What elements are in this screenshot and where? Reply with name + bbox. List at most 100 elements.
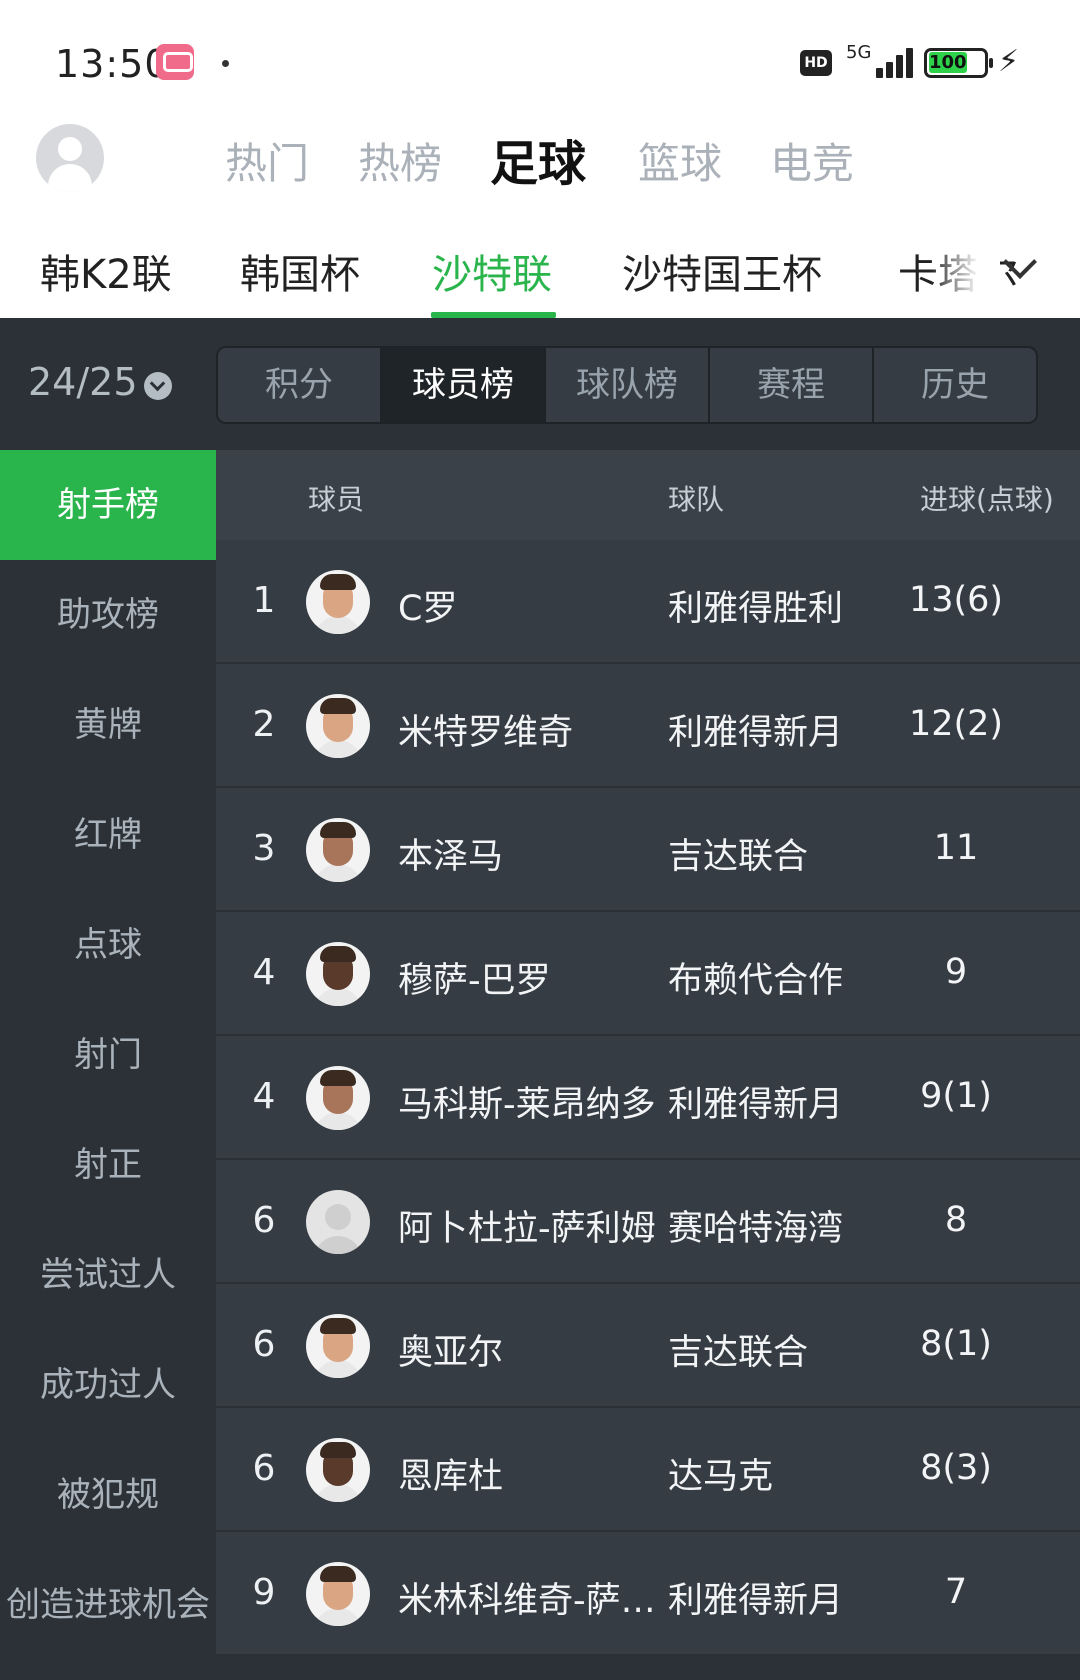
table-row[interactable]: 4 马科斯-莱昂纳多 利雅得新月 9(1) [216,1036,1080,1160]
player-name[interactable]: 米特罗维奇 [398,704,656,755]
player-photo [306,942,370,1006]
rank: 6 [252,1448,276,1489]
signal-icon [862,46,913,78]
player-photo-placeholder [306,1190,370,1254]
subtab-team-ranking[interactable]: 球队榜 [546,348,710,422]
player-name[interactable]: 恩库杜 [398,1448,656,1499]
hd-icon: HD [800,50,832,76]
scorer-table: 1 C罗 利雅得胜利 13(6) 2 米特罗维奇 利雅得新月 12(2) 3 本… [216,540,1080,1656]
player-photo [306,570,370,634]
table-row[interactable]: 4 穆萨-巴罗 布赖代合作 9 [216,912,1080,1036]
player-name[interactable]: 阿卜杜拉-萨利姆 [398,1200,656,1251]
player-photo [306,1066,370,1130]
league-tab-saudi-kings-cup[interactable]: 沙特国王杯 [622,242,822,300]
menu-red-cards[interactable]: 红牌 [0,780,216,890]
season-dropdown-icon[interactable] [144,372,172,400]
team-name[interactable]: 利雅得胜利 [668,580,843,631]
table-row[interactable]: 6 恩库杜 达马克 8(3) [216,1408,1080,1532]
goals: 7 [944,1572,968,1612]
league-tab-saudi-league[interactable]: 沙特联 [432,242,552,300]
menu-penalties[interactable]: 点球 [0,890,216,1000]
league-tab-korea-cup[interactable]: 韩国杯 [240,242,360,300]
header-player: 球员 [308,483,365,516]
goals: 8(3) [920,1448,992,1488]
player-name[interactable]: 马科斯-莱昂纳多 [398,1076,656,1127]
goals: 13(6) [908,580,1004,620]
menu-chances-created[interactable]: 创造进球机会 [0,1550,216,1660]
rank: 6 [252,1200,276,1241]
stat-category-menu: 射手榜 助攻榜 黄牌 红牌 点球 射门 射正 尝试过人 成功过人 被犯规 创造进… [0,450,216,1680]
menu-shots[interactable]: 射门 [0,1000,216,1110]
team-name[interactable]: 达马克 [668,1448,773,1499]
team-name[interactable]: 利雅得新月 [668,704,843,755]
menu-fouled[interactable]: 被犯规 [0,1440,216,1550]
goals: 12(2) [908,704,1004,744]
bilibili-app-icon [156,44,194,80]
charging-icon: ⚡ [998,44,1020,79]
menu-shots-on-target[interactable]: 射正 [0,1110,216,1220]
rank: 1 [252,580,276,621]
rank: 3 [252,828,276,869]
header-team: 球队 [668,483,725,516]
rank: 4 [252,1076,276,1117]
goals: 9 [944,952,968,992]
active-league-indicator [431,312,556,318]
tab-basketball[interactable]: 篮球 [638,130,722,191]
team-name[interactable]: 吉达联合 [668,828,808,879]
league-fade [930,220,1000,318]
tab-trending[interactable]: 热榜 [358,130,442,191]
goals: 11 [933,828,979,868]
player-photo [306,1562,370,1626]
status-bar: 13:50 HD 5G 100 ⚡ [0,0,1080,120]
rank: 4 [252,952,276,993]
team-name[interactable]: 利雅得新月 [668,1076,843,1127]
battery-icon: 100 [924,48,993,78]
subtab-standings[interactable]: 积分 [218,348,382,422]
header-goals: 进球(点球) [920,483,1054,516]
league-tab-k2[interactable]: 韩K2联 [40,242,172,300]
subtab-player-ranking[interactable]: 球员榜 [382,348,546,422]
player-photo [306,1438,370,1502]
top-nav: 热门 热榜 足球 篮球 电竞 [0,120,1080,220]
player-photo [306,694,370,758]
table-row[interactable]: 2 米特罗维奇 利雅得新月 12(2) [216,664,1080,788]
menu-successful-dribbles[interactable]: 成功过人 [0,1330,216,1440]
team-name[interactable]: 布赖代合作 [668,952,843,1003]
goals: 8(1) [920,1324,992,1364]
clock: 13:50 [55,42,170,86]
player-photo [306,818,370,882]
table-header: 球员 球队 进球(点球) [216,450,1080,540]
player-name[interactable]: C罗 [398,580,656,631]
table-row[interactable]: 6 阿卜杜拉-萨利姆 赛哈特海湾 8 [216,1160,1080,1284]
menu-top-scorers[interactable]: 射手榜 [0,450,216,560]
menu-assists[interactable]: 助攻榜 [0,560,216,670]
rank: 6 [252,1324,276,1365]
tab-hot[interactable]: 热门 [225,130,309,191]
team-name[interactable]: 利雅得新月 [668,1572,843,1623]
subtab-schedule[interactable]: 赛程 [710,348,874,422]
player-name[interactable]: 穆萨-巴罗 [398,952,656,1003]
menu-yellow-cards[interactable]: 黄牌 [0,670,216,780]
goals: 9(1) [920,1076,992,1116]
team-name[interactable]: 赛哈特海湾 [668,1200,843,1251]
rank: 2 [252,704,276,745]
team-name[interactable]: 吉达联合 [668,1324,808,1375]
tab-esports[interactable]: 电竞 [770,130,854,191]
player-name[interactable]: 奥亚尔 [398,1324,656,1375]
player-photo [306,1314,370,1378]
subtab-history[interactable]: 历史 [874,348,1036,422]
notification-dot-icon [222,60,229,67]
stats-subtabs: 积分 球员榜 球队榜 赛程 历史 [216,346,1038,424]
player-name[interactable]: 本泽马 [398,828,656,879]
tab-football[interactable]: 足球 [490,124,586,194]
season-selector[interactable]: 24/25 [28,360,138,404]
menu-dribble-attempts[interactable]: 尝试过人 [0,1220,216,1330]
league-tabs: 韩K2联 韩国杯 沙特联 沙特国王杯 卡塔尔 [0,220,1080,318]
rank: 9 [252,1572,276,1613]
user-avatar[interactable] [36,124,104,192]
table-row[interactable]: 6 奥亚尔 吉达联合 8(1) [216,1284,1080,1408]
table-row[interactable]: 3 本泽马 吉达联合 11 [216,788,1080,912]
table-row[interactable]: 1 C罗 利雅得胜利 13(6) [216,540,1080,664]
table-row[interactable]: 9 米林科维奇-萨… 利雅得新月 7 [216,1532,1080,1656]
player-name[interactable]: 米林科维奇-萨… [398,1572,656,1623]
